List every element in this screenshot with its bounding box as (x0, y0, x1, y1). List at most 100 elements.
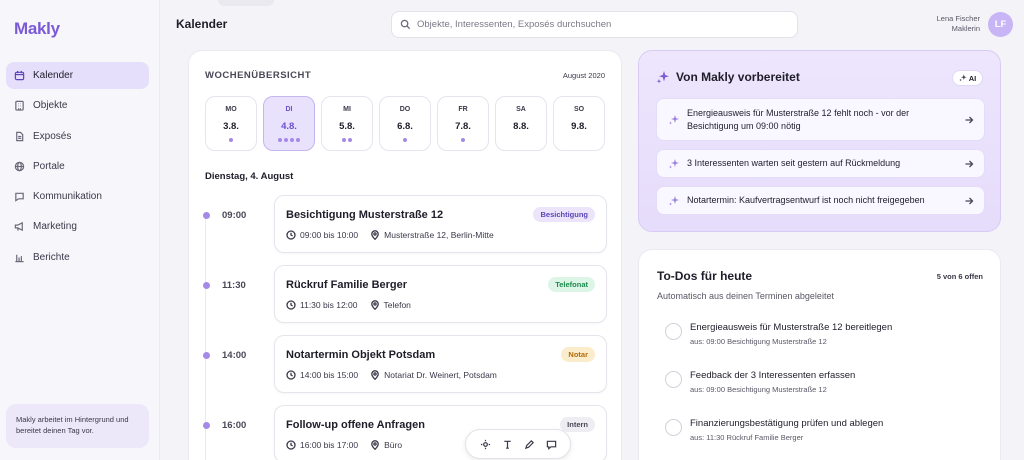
app-logo[interactable]: Makly (14, 19, 60, 39)
month-label[interactable]: August 2020 (563, 71, 605, 80)
todo-source: aus: 11:30 Rückruf Familie Berger (690, 433, 804, 442)
event-card[interactable]: Notartermin Objekt Potsdam Notar 14:00 bis… (274, 335, 607, 393)
text-icon (503, 440, 511, 449)
arrow-right-icon (965, 116, 974, 123)
ai-card-title: Von Makly vorbereitet (676, 70, 800, 84)
todo-checkbox[interactable] (665, 371, 682, 388)
text-tool-button[interactable] (500, 437, 514, 451)
appointment-dot (284, 138, 288, 142)
user-info[interactable]: Lena Fischer Maklerin (937, 14, 980, 34)
appointment-dot (296, 138, 300, 142)
ai-badge: AI (952, 70, 983, 86)
event-card[interactable]: Besichtigung Musterstraße 12 Besichtigung… (274, 195, 607, 253)
ai-suggestion-item[interactable]: 3 Interessenten warten seit gestern auf … (656, 149, 985, 178)
appointment-dot (461, 138, 465, 142)
location-pin-icon (371, 440, 379, 450)
pen-tool-button[interactable] (522, 437, 536, 451)
sidebar: Makly Kalender Objekte Exposés Portale K… (0, 0, 160, 460)
day-sa[interactable]: SA 8.8. (495, 96, 547, 151)
top-edge-shadow (218, 0, 274, 6)
ai-suggestion-item[interactable]: Notartermin: Kaufvertragsentwurf ist noc… (656, 186, 985, 215)
day-name: MO (225, 106, 237, 113)
day-mi[interactable]: MI 5.8. (321, 96, 373, 151)
ai-suggestion-text: 3 Interessenten warten seit gestern auf … (687, 158, 901, 168)
day-di[interactable]: DI 4.8. (263, 96, 315, 151)
sidebar-nav: Kalender Objekte Exposés Portale Kommuni… (6, 62, 149, 274)
background-info-note: Makly arbeitet im Hintergrund und bereit… (6, 404, 149, 448)
sidebar-item-label: Portale (33, 160, 65, 172)
event-duration: 14:00 bis 15:00 (300, 370, 359, 380)
day-name: DO (399, 106, 411, 113)
search-icon (400, 19, 411, 30)
timeline-dot (203, 422, 210, 429)
select-tool-button[interactable] (478, 437, 492, 451)
search-bar[interactable] (391, 11, 798, 38)
event-time: 11:30 (222, 280, 246, 291)
event-location: Telefon (383, 300, 411, 310)
location-pin-icon (370, 300, 379, 310)
sidebar-item-portale[interactable]: Portale (6, 153, 149, 180)
event-title: Rückruf Familie Berger (286, 279, 408, 291)
clock-icon (286, 300, 296, 310)
arrow-right-icon (965, 197, 974, 204)
event-location: Büro (384, 440, 403, 450)
ai-badge-label: AI (968, 73, 977, 83)
todo-item: Finanzierungsbestätigung prüfen und able… (665, 418, 985, 448)
sparkle-icon (669, 158, 679, 168)
day-fr[interactable]: FR 7.8. (437, 96, 489, 151)
todo-checkbox[interactable] (665, 419, 682, 436)
todo-card-title: To-Dos für heute (657, 269, 753, 283)
todo-text: Feedback der 3 Interessenten erfassen (690, 370, 856, 381)
sidebar-item-label: Exposés (33, 130, 72, 142)
sidebar-item-exposes[interactable]: Exposés (6, 123, 149, 150)
sparkle-icon (959, 74, 967, 82)
sidebar-item-objekte[interactable]: Objekte (6, 92, 149, 119)
event-card[interactable]: Rückruf Familie Berger Telefonat 11:30 bis… (274, 265, 607, 323)
search-input[interactable] (417, 19, 787, 30)
event-title: Notartermin Objekt Potsdam (286, 349, 436, 361)
ai-suggestion-text: Notartermin: Kaufvertragsentwurf ist noc… (687, 195, 925, 205)
day-do[interactable]: DO 6.8. (379, 96, 431, 151)
user-name: Lena Fischer (936, 14, 980, 23)
megaphone-icon (14, 222, 23, 232)
appointment-dots (322, 138, 372, 142)
event-meta: 11:30 bis 12:00 Telefon (286, 300, 411, 310)
event-row: 09:00 Besichtigung Musterstraße 12 Besicht… (201, 195, 611, 253)
clock-icon (286, 440, 296, 450)
event-meta: 09:00 bis 10:00 Musterstraße 12, Berlin-M… (286, 230, 494, 240)
sidebar-item-kalender[interactable]: Kalender (6, 62, 149, 89)
sidebar-item-kommunikation[interactable]: Kommunikation (6, 183, 149, 210)
selected-date-title: Dienstag, 4. August (205, 171, 294, 182)
todo-checkbox[interactable] (665, 323, 682, 340)
todo-source: aus: 09:00 Besichtigung Musterstraße 12 (690, 385, 827, 394)
day-date: 9.8. (571, 121, 587, 132)
event-time: 16:00 (222, 420, 247, 431)
event-row: 11:30 Rückruf Familie Berger Telefonat 11:3… (201, 265, 611, 323)
day-mo[interactable]: MO 3.8. (205, 96, 257, 151)
event-tag: Notar (561, 347, 595, 362)
event-tag: Telefonat (548, 277, 595, 292)
day-name: MI (343, 106, 351, 113)
sidebar-item-marketing[interactable]: Marketing (6, 213, 149, 240)
event-tag: Intern (560, 417, 595, 432)
day-date: 5.8. (339, 121, 355, 132)
avatar[interactable]: LF (988, 12, 1013, 37)
page-title: Kalender (176, 17, 228, 31)
user-role: Maklerin (951, 24, 980, 33)
day-so[interactable]: SO 9.8. (553, 96, 605, 151)
week-overview-heading: WOCHENÜBERSICHT (205, 70, 312, 81)
day-date: 6.8. (397, 121, 413, 132)
timeline-dot (203, 212, 210, 219)
event-time: 09:00 (222, 210, 247, 221)
event-location: Notariat Dr. Weinert, Potsdam (384, 370, 497, 380)
event-tag: Besichtigung (533, 207, 595, 222)
timeline-dot (203, 352, 210, 359)
todo-text: Finanzierungsbestätigung prüfen und able… (690, 418, 884, 429)
event-time: 14:00 (222, 350, 247, 361)
comment-tool-button[interactable] (544, 437, 558, 451)
sidebar-item-berichte[interactable]: Berichte (6, 244, 149, 271)
sparkle-icon (669, 114, 679, 124)
sidebar-item-label: Objekte (33, 100, 68, 112)
ai-suggestion-item[interactable]: Energieausweis für Musterstraße 12 fehlt… (656, 98, 985, 141)
sidebar-item-label: Berichte (33, 251, 70, 263)
